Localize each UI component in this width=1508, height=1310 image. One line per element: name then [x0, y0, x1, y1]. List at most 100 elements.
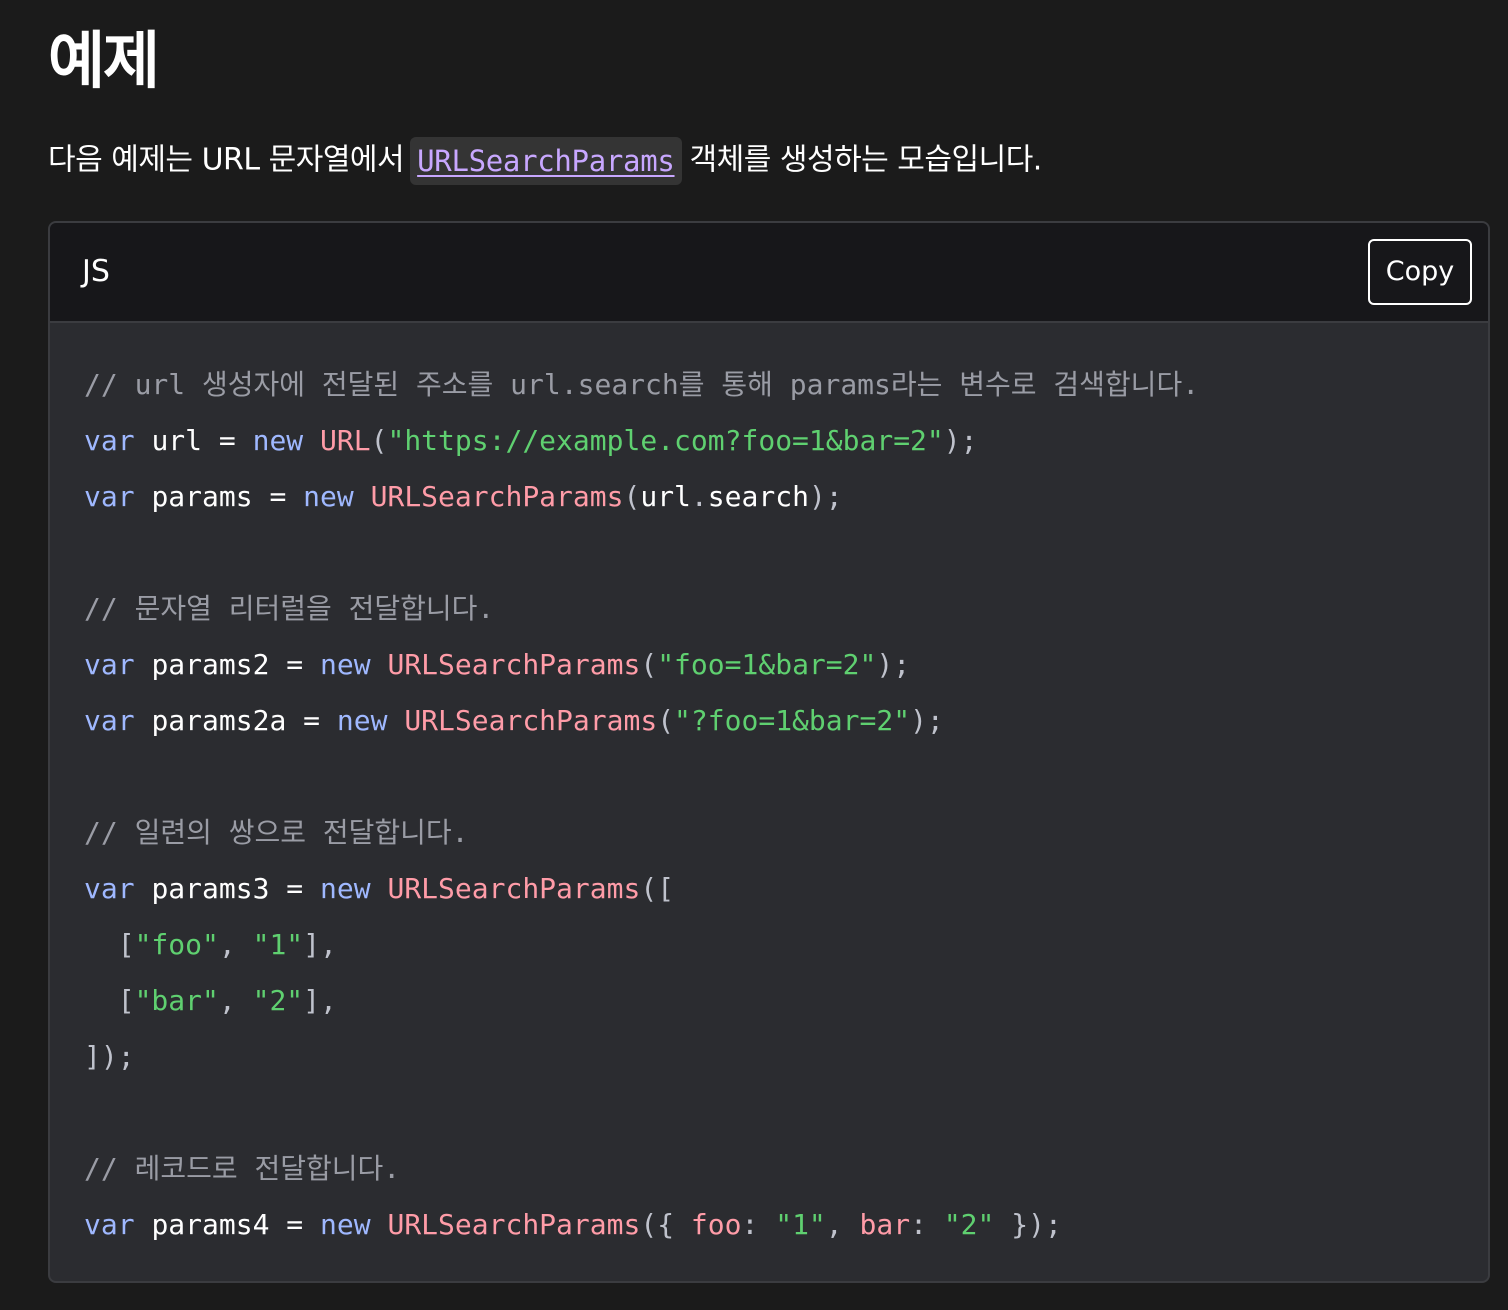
code-content[interactable]: // url 생성자에 전달된 주소를 url.search를 통해 param… [84, 357, 1199, 1253]
intro-text-before: 다음 예제는 URL 문자열에서 [48, 142, 405, 178]
code-token-class: URLSearchParams [387, 648, 641, 681]
code-token-punct: . [690, 480, 708, 513]
code-line: ["bar", "2"], [84, 973, 1199, 1029]
code-header: JS Copy [50, 223, 1488, 323]
code-token-punct: ); [910, 704, 944, 737]
code-token-class: URLSearchParams [387, 872, 641, 905]
code-line: // 일련의 쌍으로 전달합니다. [84, 805, 1199, 861]
code-token-string: "foo" [134, 928, 219, 961]
code-token-ident: search [707, 480, 809, 513]
code-line: ]); [84, 1029, 1199, 1085]
code-token-punct: ({ [640, 1208, 691, 1241]
code-token-keyword: new [320, 648, 371, 681]
code-token-keyword: var [84, 480, 135, 513]
code-token-plain: = [286, 704, 337, 737]
code-token-punct: [ [117, 984, 135, 1017]
code-example: JS Copy // url 생성자에 전달된 주소를 url.search를 … [48, 221, 1490, 1283]
code-line: // 레코드로 전달합니다. [84, 1141, 1199, 1197]
language-label: JS [82, 254, 110, 289]
code-token-comment: // 레코드로 전달합니다. [84, 1152, 401, 1185]
code-line: ["foo", "1"], [84, 917, 1199, 973]
code-token-ident: url [640, 480, 691, 513]
copy-button[interactable]: Copy [1368, 239, 1472, 305]
code-token-string: "1" [775, 1208, 826, 1241]
code-token-class: URLSearchParams [404, 704, 658, 737]
code-token-ident: params [151, 480, 253, 513]
code-token-punct: ], [303, 984, 337, 1017]
code-token-comment: // 일련의 쌍으로 전달합니다. [84, 816, 469, 849]
intro-paragraph: 다음 예제는 URL 문자열에서 URLSearchParams 객체를 생성하는 … [48, 136, 1042, 185]
code-token-punct: ); [808, 480, 843, 513]
code-token-keyword: new [320, 1208, 371, 1241]
code-token-ident: params3 [151, 872, 270, 905]
code-line: var params = new URLSearchParams(url.sea… [84, 469, 1199, 525]
code-token-plain: = [202, 424, 253, 457]
code-token-punct: ([ [640, 872, 675, 905]
code-token-keyword: var [84, 648, 135, 681]
code-token-keyword: var [84, 424, 135, 457]
code-token-keyword: new [336, 704, 388, 737]
code-token-string: "2" [943, 1208, 995, 1241]
urlsearchparams-link[interactable]: URLSearchParams [417, 144, 675, 178]
code-token-punct: ( [657, 704, 675, 737]
code-token-punct: ( [370, 424, 388, 457]
code-token-prop: bar [859, 1208, 911, 1241]
code-token-class: URLSearchParams [387, 1208, 641, 1241]
code-token-keyword: var [84, 704, 135, 737]
code-token-punct: [ [117, 928, 135, 961]
code-line: var params3 = new URLSearchParams([ [84, 861, 1199, 917]
code-token-plain: = [269, 648, 321, 681]
code-token-punct: ( [623, 480, 641, 513]
code-token-string: "2" [252, 984, 304, 1017]
code-token-keyword: var [84, 1208, 135, 1241]
code-token-punct: ); [876, 648, 911, 681]
code-line: // url 생성자에 전달된 주소를 url.search를 통해 param… [84, 357, 1199, 413]
code-token-punct: : [741, 1208, 776, 1241]
code-token-ident: url [151, 424, 203, 457]
code-line: var params2a = new URLSearchParams("?foo… [84, 693, 1199, 749]
code-token-ident: params2a [151, 704, 287, 737]
code-token-keyword: new [252, 424, 304, 457]
inline-code-link: URLSearchParams [410, 136, 682, 185]
code-line: var url = new URL("https://example.com?f… [84, 413, 1199, 469]
code-token-plain: = [252, 480, 304, 513]
section-heading: 예제 [48, 24, 160, 97]
code-token-punct: , [218, 928, 253, 961]
code-token-string: "?foo=1&bar=2" [674, 704, 911, 737]
code-token-keyword: new [320, 872, 371, 905]
code-token-punct: ]); [84, 1040, 135, 1073]
code-token-prop: foo [690, 1208, 742, 1241]
code-token-string: "1" [252, 928, 304, 961]
code-token-ident: params4 [151, 1208, 270, 1241]
intro-text-after: 객체를 생성하는 모습입니다. [689, 142, 1043, 178]
code-token-keyword: var [84, 872, 135, 905]
code-token-punct: : [910, 1208, 944, 1241]
code-token-punct: ( [640, 648, 658, 681]
code-token-punct: , [218, 984, 253, 1017]
code-line: var params4 = new URLSearchParams({ foo:… [84, 1197, 1199, 1253]
code-token-ident: params2 [151, 648, 270, 681]
code-token-punct: , [825, 1208, 860, 1241]
code-token-string: "foo=1&bar=2" [657, 648, 877, 681]
code-token-plain: = [269, 1208, 321, 1241]
code-token-punct: }); [994, 1208, 1062, 1241]
code-token-plain: = [269, 872, 321, 905]
code-token-comment: // url 생성자에 전달된 주소를 url.search를 통해 param… [84, 368, 1200, 401]
code-token-string: "https://example.com?foo=1&bar=2" [387, 424, 944, 457]
code-token-string: "bar" [134, 984, 219, 1017]
